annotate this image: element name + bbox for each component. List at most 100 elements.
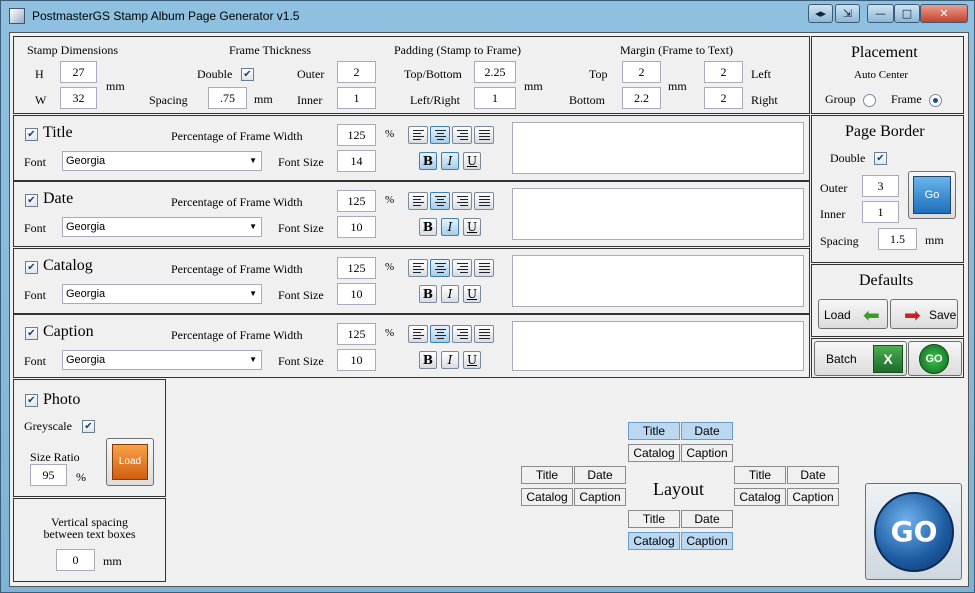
underline-button[interactable]: U — [463, 152, 481, 170]
align-right-button[interactable] — [452, 259, 472, 277]
align-left-button[interactable] — [408, 126, 428, 144]
align-justify-button[interactable] — [474, 325, 494, 343]
layout-bottom-caption-button[interactable]: Caption — [681, 532, 733, 550]
batch-button[interactable]: Batch X — [814, 341, 907, 376]
margin-left-input[interactable]: 2 — [704, 61, 743, 83]
align-right-button[interactable] — [452, 126, 472, 144]
bold-button[interactable]: B — [419, 285, 437, 303]
main-go-button[interactable]: GO — [865, 483, 962, 580]
section-enable-checkbox[interactable]: ✔ — [25, 261, 38, 274]
align-left-button[interactable] — [408, 259, 428, 277]
layout-top-catalog-button[interactable]: Catalog — [628, 444, 680, 462]
font-size-input[interactable]: 10 — [337, 283, 376, 305]
frame-radio[interactable] — [929, 94, 942, 107]
underline-button[interactable]: U — [463, 351, 481, 369]
border-spacing-input[interactable]: 1.5 — [878, 228, 917, 250]
section-enable-checkbox[interactable]: ✔ — [25, 327, 38, 340]
margin-bottom-input[interactable]: 2.2 — [622, 87, 661, 109]
section-text-input[interactable] — [512, 188, 804, 240]
layout-left-caption-button[interactable]: Caption — [574, 488, 626, 506]
margin-top-input[interactable]: 2 — [622, 61, 661, 83]
border-inner-input[interactable]: 1 — [862, 201, 899, 223]
size-ratio-input[interactable]: 95 — [30, 464, 67, 486]
bold-button[interactable]: B — [419, 218, 437, 236]
align-center-button[interactable] — [430, 259, 450, 277]
align-center-button[interactable] — [430, 325, 450, 343]
layout-right-caption-button[interactable]: Caption — [787, 488, 839, 506]
minimize-button[interactable]: — — [867, 4, 894, 23]
layout-bottom-catalog-button[interactable]: Catalog — [628, 532, 680, 550]
italic-button[interactable]: I — [441, 285, 459, 303]
maximize-button[interactable]: □ — [894, 4, 920, 23]
underline-button[interactable]: U — [463, 285, 481, 303]
bold-button[interactable]: B — [419, 351, 437, 369]
border-spacing-label: Spacing — [820, 234, 859, 248]
font-select[interactable]: Georgia ▼ — [62, 284, 262, 304]
frame-inner-input[interactable]: 1 — [337, 87, 376, 109]
font-select[interactable]: Georgia ▼ — [62, 151, 262, 171]
bold-button[interactable]: B — [419, 152, 437, 170]
italic-button[interactable]: I — [441, 351, 459, 369]
photo-load-button[interactable]: Load — [106, 438, 154, 486]
section-enable-checkbox[interactable]: ✔ — [25, 128, 38, 141]
pct-frame-width-input[interactable]: 125 — [337, 257, 376, 279]
section-text-input[interactable] — [512, 255, 804, 307]
load-defaults-button[interactable]: Load ⬅ — [818, 299, 888, 329]
resize-arrows-icon[interactable]: ◂▸ — [808, 4, 833, 23]
frame-outer-input[interactable]: 2 — [337, 61, 376, 83]
stamp-width-input[interactable]: 32 — [60, 87, 97, 109]
font-size-input[interactable]: 10 — [337, 349, 376, 371]
save-defaults-button[interactable]: ➡ Save — [890, 299, 958, 329]
layout-bottom-title-button[interactable]: Title — [628, 510, 680, 528]
layout-left-catalog-button[interactable]: Catalog — [521, 488, 573, 506]
border-outer-input[interactable]: 3 — [862, 175, 899, 197]
italic-button[interactable]: I — [441, 152, 459, 170]
font-select[interactable]: Georgia ▼ — [62, 350, 262, 370]
stamp-height-input[interactable]: 27 — [60, 61, 97, 83]
layout-top-title-button[interactable]: Title — [628, 422, 680, 440]
align-center-button[interactable] — [430, 192, 450, 210]
align-center-button[interactable] — [430, 126, 450, 144]
frame-double-checkbox[interactable]: ✔ — [241, 68, 254, 81]
frame-spacing-input[interactable]: .75 — [208, 87, 247, 109]
section-text-input[interactable] — [512, 321, 804, 371]
padding-top-bottom-input[interactable]: 2.25 — [474, 61, 516, 83]
layout-right-catalog-button[interactable]: Catalog — [734, 488, 786, 506]
font-size-input[interactable]: 14 — [337, 150, 376, 172]
layout-top-caption-button[interactable]: Caption — [681, 444, 733, 462]
restore-window-icon[interactable]: ⇲ — [835, 4, 860, 23]
layout-top-date-button[interactable]: Date — [681, 422, 733, 440]
pct-frame-width-input[interactable]: 125 — [337, 124, 376, 146]
dropdown-arrow-icon: ▼ — [249, 355, 257, 364]
underline-button[interactable]: U — [463, 218, 481, 236]
align-right-button[interactable] — [452, 192, 472, 210]
layout-bottom-date-button[interactable]: Date — [681, 510, 733, 528]
align-right-button[interactable] — [452, 325, 472, 343]
align-left-button[interactable] — [408, 192, 428, 210]
section-enable-checkbox[interactable]: ✔ — [25, 194, 38, 207]
align-justify-button[interactable] — [474, 192, 494, 210]
photo-checkbox[interactable]: ✔ — [25, 394, 38, 407]
layout-left-date-button[interactable]: Date — [574, 466, 626, 484]
layout-left-title-button[interactable]: Title — [521, 466, 573, 484]
border-double-checkbox[interactable]: ✔ — [874, 152, 887, 165]
layout-right-title-button[interactable]: Title — [734, 466, 786, 484]
section-text-input[interactable] — [512, 122, 804, 174]
batch-go-button[interactable]: GO — [908, 341, 962, 376]
vertical-spacing-input[interactable]: 0 — [56, 549, 95, 571]
font-select[interactable]: Georgia ▼ — [62, 217, 262, 237]
padding-left-right-input[interactable]: 1 — [474, 87, 516, 109]
border-go-button[interactable]: Go — [908, 171, 956, 219]
close-button[interactable]: ✕ — [920, 4, 968, 23]
greyscale-checkbox[interactable]: ✔ — [82, 420, 95, 433]
font-size-input[interactable]: 10 — [337, 216, 376, 238]
italic-button[interactable]: I — [441, 218, 459, 236]
pct-frame-width-input[interactable]: 125 — [337, 190, 376, 212]
align-justify-button[interactable] — [474, 259, 494, 277]
pct-frame-width-input[interactable]: 125 — [337, 323, 376, 345]
group-radio[interactable] — [863, 94, 876, 107]
align-justify-button[interactable] — [474, 126, 494, 144]
margin-right-input[interactable]: 2 — [704, 87, 743, 109]
layout-right-date-button[interactable]: Date — [787, 466, 839, 484]
align-left-button[interactable] — [408, 325, 428, 343]
